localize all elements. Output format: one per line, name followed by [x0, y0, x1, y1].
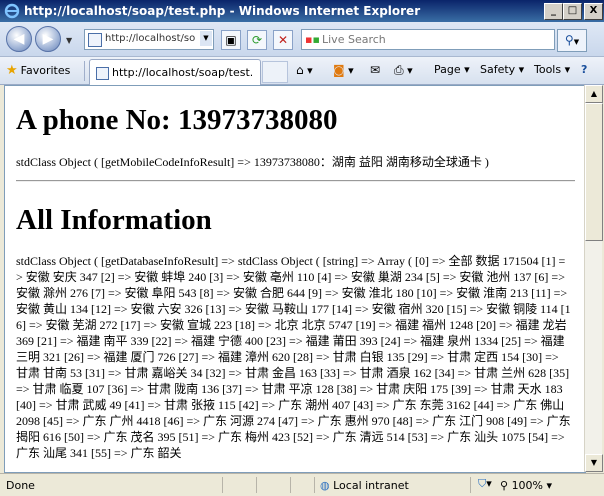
vertical-scrollbar[interactable]: ▲ ▼: [584, 85, 603, 472]
window-title: http://localhost/soap/test.php - Windows…: [24, 4, 421, 18]
address-input[interactable]: http://localhost/soap/test.php: [105, 33, 195, 44]
tab-bar: ★Favorites http://localhost/soap/test.ph…: [0, 57, 604, 85]
status-text: Done: [6, 479, 35, 492]
zone-label: Local intranet: [333, 479, 409, 492]
title-bar: http://localhost/soap/test.php - Windows…: [0, 0, 604, 22]
stop-button[interactable]: ✕: [273, 30, 293, 50]
shield-icon: ⛉: [478, 477, 487, 490]
refresh-button[interactable]: ⟳: [247, 30, 267, 50]
address-dropdown-icon[interactable]: ▼: [200, 31, 212, 46]
printer-icon: ⎙: [394, 63, 404, 77]
phone-heading: A phone No: 13973738080: [16, 104, 338, 136]
back-button[interactable]: ◀: [6, 26, 32, 52]
scroll-down-arrow-icon[interactable]: ▼: [585, 454, 603, 472]
mail-icon: ✉: [370, 63, 381, 77]
mobile-result-text: stdClass Object ( [getMobileCodeInfoResu…: [16, 155, 489, 169]
print-button[interactable]: ⎙ ▾: [394, 63, 413, 78]
forward-button[interactable]: ▶: [35, 26, 61, 52]
document: A phone No: 13973738080 stdClass Object …: [16, 86, 576, 461]
history-dropdown-icon[interactable]: ▼: [66, 36, 72, 45]
new-tab-button[interactable]: [262, 61, 288, 83]
feeds-button[interactable]: ◙ ▾: [333, 63, 354, 77]
compatibility-button[interactable]: ▣: [221, 30, 241, 50]
status-divider: [256, 477, 257, 493]
minimize-button[interactable]: _: [544, 3, 563, 20]
safety-menu[interactable]: Safety ▾: [480, 63, 524, 76]
rss-icon: ◙: [333, 63, 345, 77]
navigation-bar: ◀ ▶ ▼ http://localhost/soap/test.php ▼ ▣…: [0, 22, 604, 57]
status-divider: [314, 477, 315, 493]
toolbar-divider: [84, 61, 85, 81]
compatibility-icon: ▣: [225, 33, 237, 47]
tab-page-icon: [96, 67, 109, 80]
favorites-label: Favorites: [20, 64, 71, 77]
safety-menu-label: Safety: [480, 63, 516, 76]
mail-button[interactable]: ✉: [370, 63, 380, 77]
help-button[interactable]: ?: [581, 63, 587, 76]
zoom-level: 100%: [511, 479, 544, 492]
tab-active[interactable]: http://localhost/soap/test.php: [89, 59, 261, 85]
magnifier-icon: ⚲: [564, 33, 574, 47]
status-divider: [470, 477, 471, 493]
all-info-heading: All Information: [16, 204, 212, 236]
page-menu[interactable]: Page ▾: [434, 63, 470, 76]
address-bar[interactable]: http://localhost/soap/test.php ▼: [84, 29, 214, 50]
status-divider: [222, 477, 223, 493]
favorites-button[interactable]: ★ Favorites: [6, 63, 70, 78]
tab-label: http://localhost/soap/test.php: [112, 66, 252, 79]
close-button[interactable]: X: [584, 3, 603, 20]
live-search-logo-icon: ▪▪: [305, 33, 320, 46]
divider: [16, 180, 575, 182]
back-arrow-icon: ◀: [13, 31, 25, 47]
search-box[interactable]: ▪▪ Live Search: [301, 29, 555, 50]
ie-logo-icon: [4, 3, 20, 19]
favorites-star-icon: ★: [6, 63, 18, 78]
home-button[interactable]: ⌂ ▾: [296, 63, 313, 77]
zoom-icon: ⚲: [500, 479, 509, 492]
security-zone[interactable]: ◍ Local intranet: [320, 479, 409, 492]
refresh-icon: ⟳: [251, 33, 263, 47]
globe-icon: ◍: [320, 479, 330, 492]
help-icon: ?: [581, 63, 588, 76]
page-menu-label: Page: [434, 63, 461, 76]
forward-arrow-icon: ▶: [42, 31, 54, 47]
home-icon: ⌂: [296, 63, 304, 77]
page-content: A phone No: 13973738080 stdClass Object …: [4, 85, 586, 473]
maximize-button[interactable]: □: [563, 3, 582, 20]
browser-window: http://localhost/soap/test.php - Windows…: [0, 0, 604, 496]
tools-menu-label: Tools: [534, 63, 562, 76]
stop-icon: ✕: [277, 33, 289, 47]
search-input[interactable]: Live Search: [322, 33, 386, 46]
page-icon: [88, 33, 102, 47]
database-result-text: stdClass Object ( [getDatabaseInfoResult…: [16, 254, 571, 460]
protected-mode-dropdown[interactable]: ⛉▾: [478, 477, 492, 491]
status-divider: [290, 477, 291, 493]
status-bar: Done ◍ Local intranet ⛉▾ ⚲ 100% ▾: [0, 473, 604, 496]
search-button[interactable]: ⚲▼: [557, 29, 587, 52]
scroll-up-arrow-icon[interactable]: ▲: [585, 85, 603, 103]
scroll-thumb[interactable]: [585, 103, 603, 241]
tools-menu[interactable]: Tools ▾: [534, 63, 570, 76]
zoom-control[interactable]: ⚲ 100% ▾: [500, 479, 552, 492]
